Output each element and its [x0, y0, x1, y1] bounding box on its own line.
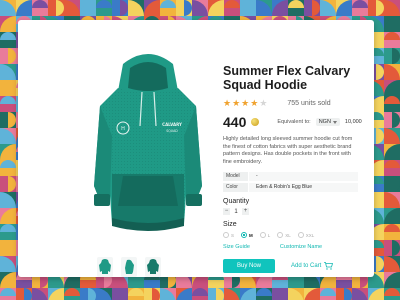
- shopping-cart-icon: [324, 262, 334, 270]
- spec-value: -: [249, 172, 358, 181]
- radio-icon: [259, 232, 266, 238]
- price-row: 440 Equivalent to: NGN 10,000: [223, 114, 388, 130]
- option-links: Size Guide Customize Name: [223, 244, 388, 250]
- chevron-down-icon: [332, 120, 337, 124]
- size-option-label: XL: [285, 232, 291, 238]
- quantity-label: Quantity: [223, 198, 250, 205]
- star-icon: ★: [223, 97, 232, 108]
- thumbnail-back[interactable]: [145, 257, 161, 277]
- size-guide-link[interactable]: Size Guide: [223, 244, 250, 250]
- buy-now-button[interactable]: Buy Now: [223, 259, 275, 273]
- rating-stars: ★ ★ ★ ★ ★: [223, 97, 268, 108]
- action-row: Buy Now Add to Cart: [223, 259, 388, 273]
- quantity-value[interactable]: 1: [233, 209, 239, 215]
- increment-button[interactable]: +: [242, 208, 249, 215]
- size-options: S M L XL XXL: [223, 232, 388, 238]
- hoodie-illustration: H CALVARY SQUAD: [94, 54, 202, 231]
- star-icon: ★: [259, 97, 268, 108]
- spec-table: Model - Color Eden & Robin's Egg Blue: [223, 172, 358, 192]
- star-icon: ★: [232, 97, 241, 108]
- spec-row-color: Color Eden & Robin's Egg Blue: [223, 183, 358, 192]
- thumbnail-side[interactable]: [121, 257, 137, 277]
- rating-row: ★ ★ ★ ★ ★ 755 units sold: [223, 98, 388, 108]
- currency-value: NGN: [318, 119, 331, 125]
- size-option-xl[interactable]: XL: [277, 232, 291, 238]
- customize-name-link[interactable]: Customize Name: [280, 244, 322, 250]
- product-title: Summer Flex Calvary Squad Hoodie: [223, 64, 351, 92]
- spec-key: Color: [223, 183, 248, 192]
- spec-key: Model: [223, 172, 248, 181]
- radio-icon: [223, 232, 229, 238]
- size-option-label: M: [249, 232, 253, 238]
- spec-row-model: Model -: [223, 172, 358, 181]
- radio-icon: [277, 232, 284, 238]
- svg-text:H: H: [121, 126, 125, 132]
- size-option-label: XXL: [305, 232, 315, 238]
- svg-text:CALVARY: CALVARY: [162, 122, 182, 127]
- quantity-stepper: − 1 +: [223, 208, 388, 215]
- spec-value: Eden & Robin's Egg Blue: [249, 183, 358, 192]
- coin-icon: [251, 118, 260, 126]
- equivalent-label: Equivalent to:: [277, 119, 311, 125]
- size-option-xxl[interactable]: XXL: [297, 232, 315, 238]
- add-to-cart-label: Add to Cart: [291, 263, 322, 269]
- price: 440: [223, 114, 247, 130]
- currency-select[interactable]: NGN: [315, 118, 340, 126]
- decrement-button[interactable]: −: [223, 208, 230, 215]
- radio-icon: [297, 232, 304, 238]
- product-image: H CALVARY SQUAD: [78, 46, 218, 236]
- size-option-label: L: [267, 232, 271, 238]
- size-label: Size: [223, 221, 237, 228]
- radio-icon: [241, 232, 248, 238]
- size-option-label: S: [231, 232, 235, 238]
- thumbnail-front[interactable]: [97, 257, 113, 277]
- product-info: Summer Flex Calvary Squad Hoodie ★ ★ ★ ★ ★ 7…: [223, 64, 388, 273]
- star-icon: ★: [241, 97, 250, 108]
- units-sold: 755 units sold: [287, 99, 331, 107]
- star-icon: ★: [250, 97, 259, 108]
- product-card: H CALVARY SQUAD Summer Flex Calvary Squa…: [18, 20, 374, 277]
- svg-text:SQUAD: SQUAD: [166, 129, 178, 133]
- size-option-s[interactable]: S: [223, 232, 234, 238]
- thumbnail-gallery: [97, 257, 161, 277]
- converted-price: 10,000: [344, 119, 362, 125]
- size-option-l[interactable]: L: [259, 232, 271, 238]
- size-option-m[interactable]: M: [241, 232, 253, 238]
- product-description: Highly detailed long sleeved summer hood…: [223, 136, 353, 165]
- add-to-cart-button[interactable]: Add to Cart: [291, 262, 334, 270]
